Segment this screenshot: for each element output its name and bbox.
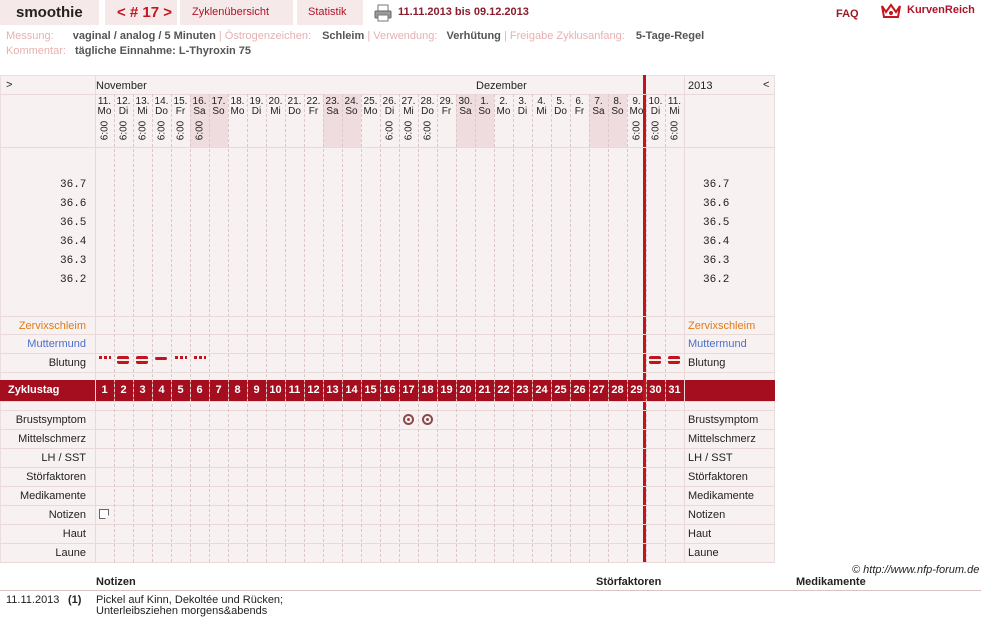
- tab-cycle-nav[interactable]: < # 17 >: [105, 0, 177, 25]
- verwendung-value: Verhütung: [446, 30, 501, 42]
- user-name: smoothie: [16, 4, 83, 21]
- copyright[interactable]: © http://www.nfp-forum.de: [852, 564, 979, 576]
- tab-user-name[interactable]: smoothie: [0, 0, 99, 25]
- messung-label: Messung:: [6, 30, 54, 42]
- top-bar: smoothie < # 17 > Zyklenübersicht Statis…: [0, 0, 981, 27]
- crown-logo-icon[interactable]: [880, 2, 902, 20]
- note-date: 11.11.2013: [6, 594, 60, 606]
- tab-statistics-label[interactable]: Statistik: [308, 6, 347, 18]
- stoerfaktoren-header: Störfaktoren: [596, 576, 662, 588]
- logo-text[interactable]: KurvenReich: [907, 4, 975, 16]
- notes-divider: [0, 590, 981, 591]
- cycle-number[interactable]: < # 17 >: [117, 4, 172, 21]
- freigabe-label: Freigabe Zyklusanfang:: [509, 30, 625, 42]
- faq-link[interactable]: FAQ: [836, 8, 859, 20]
- kommentar-label: Kommentar:: [6, 45, 66, 57]
- kommentar-value: tägliche Einnahme: L-Thyroxin 75: [74, 45, 252, 57]
- verwendung-label: Verwendung:: [373, 30, 438, 42]
- notes-header: Notizen: [96, 576, 136, 588]
- tab-cycle-overview[interactable]: Zyklenübersicht: [180, 0, 293, 25]
- cycle-info-line: Messung: vaginal / analog / 5 Minuten | …: [6, 30, 705, 42]
- note-text-2: Unterleibsziehen morgens&abends: [96, 605, 268, 617]
- freigabe-value: 5-Tage-Regel: [635, 30, 705, 42]
- date-range: 11.11.2013 bis 09.12.2013: [398, 6, 529, 18]
- comment-line: Kommentar: tägliche Einnahme: L-Thyroxin…: [6, 45, 251, 57]
- printer-icon[interactable]: [374, 4, 392, 22]
- oestrogen-label: Östrogenzeichen:: [224, 30, 311, 42]
- cycle-chart: [0, 75, 775, 563]
- tab-cycle-overview-label[interactable]: Zyklenübersicht: [192, 6, 269, 18]
- oestrogen-value: Schleim: [322, 30, 365, 42]
- medikamente-header: Medikamente: [796, 576, 866, 588]
- tab-statistics[interactable]: Statistik: [297, 0, 363, 25]
- messung-value: vaginal / analog / 5 Minuten: [72, 30, 216, 42]
- note-number: (1): [68, 594, 82, 606]
